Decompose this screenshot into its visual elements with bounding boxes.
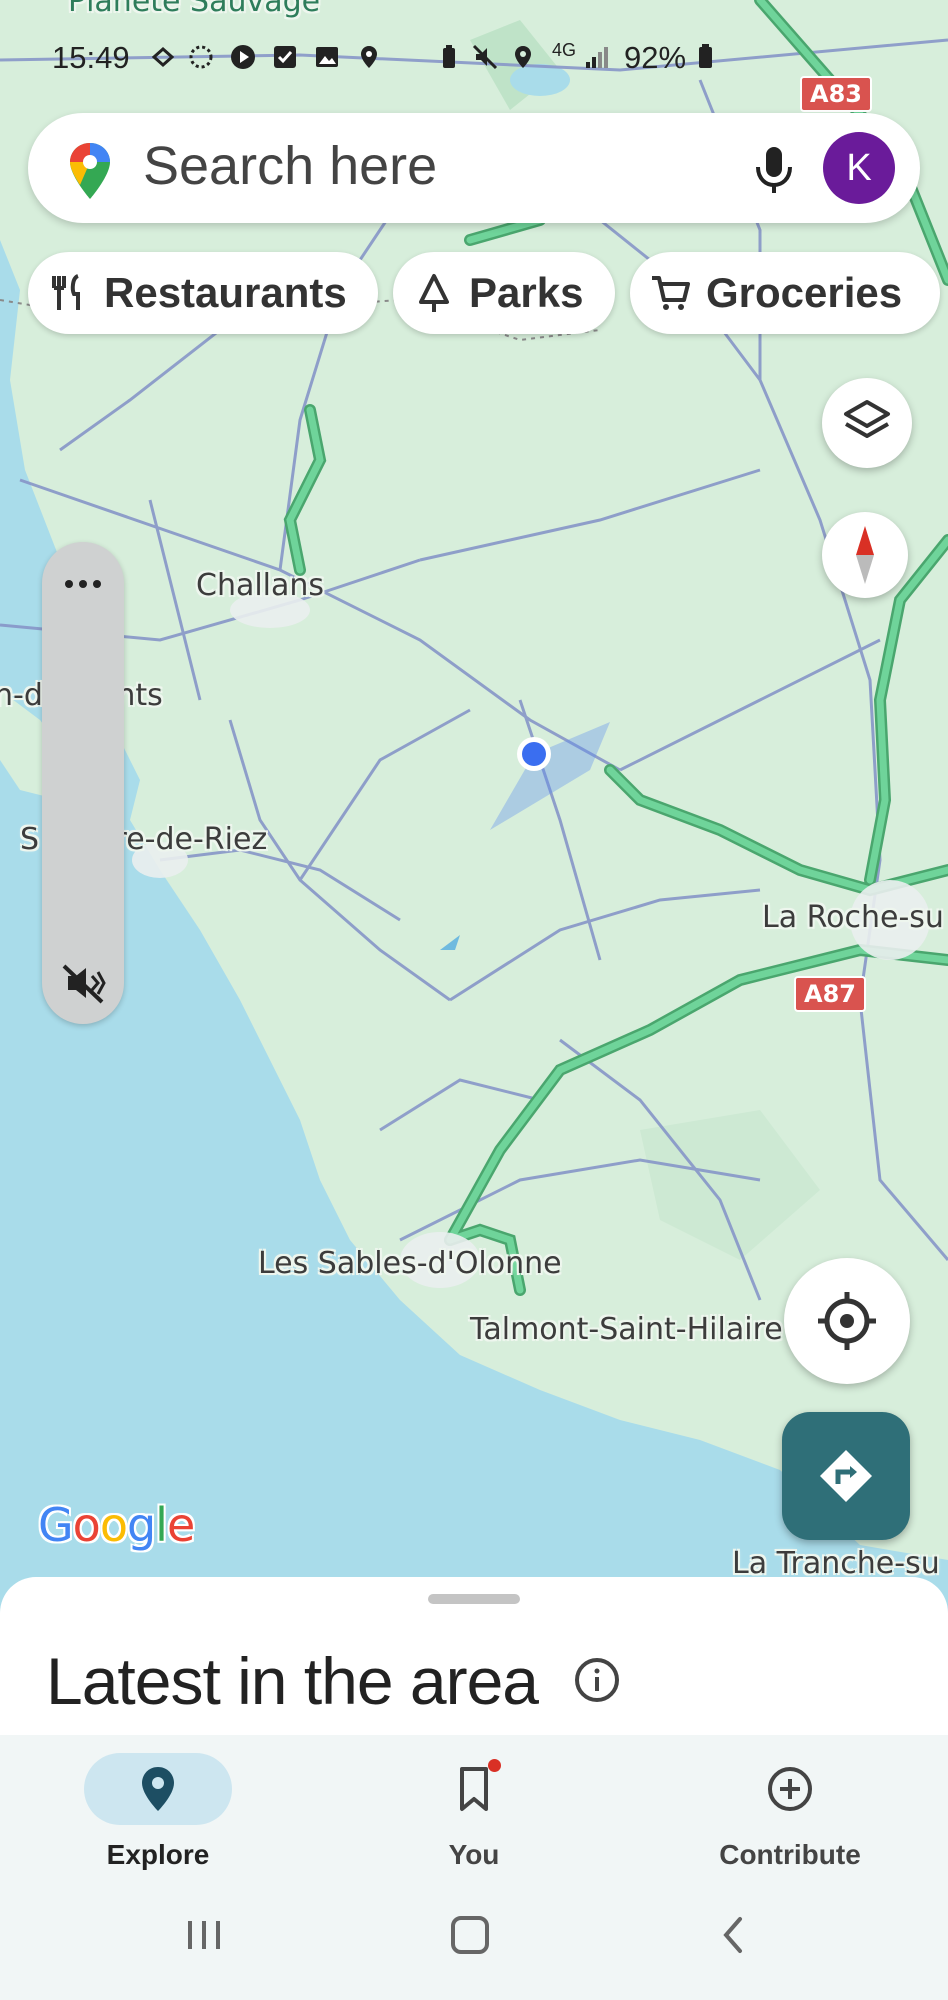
sheet-title: Latest in the area [46, 1644, 539, 1718]
nav-contribute[interactable]: Contribute [680, 1753, 900, 1871]
signal-icon [586, 47, 608, 68]
my-location-button[interactable] [784, 1258, 910, 1384]
search-input[interactable]: Search here [143, 135, 437, 197]
info-icon[interactable] [574, 1657, 620, 1703]
chip-groceries[interactable]: Groceries [630, 252, 940, 334]
bookmark-icon [460, 1767, 488, 1811]
layers-icon [844, 400, 890, 438]
battery-level: 92% [624, 40, 687, 75]
bottom-navigation: Explore You Contribute [0, 1735, 948, 1875]
check-box-icon [274, 46, 296, 68]
nav-you-pill [400, 1753, 548, 1825]
tree-icon [419, 274, 449, 312]
compass-icon [856, 526, 874, 584]
map-label-la-roche: La Roche-su [762, 900, 944, 935]
nav-contribute-pill [716, 1753, 864, 1825]
play-icon [231, 45, 255, 69]
system-navigation-bar [0, 1875, 948, 2000]
cart-icon [652, 276, 690, 310]
nav-you-label: You [448, 1839, 500, 1870]
volume-panel[interactable] [42, 542, 124, 1024]
back-icon[interactable] [704, 1905, 764, 1965]
bottom-sheet[interactable]: Latest in the area [0, 1577, 948, 1737]
map-label-tranche: La Tranche-su [732, 1546, 940, 1581]
crosshair-icon [818, 1292, 876, 1350]
chip-parks[interactable]: Parks [393, 252, 615, 334]
map-label-challans: Challans [196, 568, 325, 603]
directions-icon [820, 1450, 872, 1502]
recent-apps-icon[interactable] [174, 1905, 234, 1965]
map-label-talmont: Talmont-Saint-Hilaire [470, 1312, 783, 1347]
compass-button[interactable] [822, 512, 908, 598]
road-shield-a83: A83 [800, 76, 872, 112]
chip-restaurants[interactable]: Restaurants [28, 252, 378, 334]
chip-groceries-label: Groceries [706, 269, 903, 316]
location-pin-icon [142, 1767, 174, 1811]
chip-restaurants-label: Restaurants [104, 269, 347, 316]
gallery-icon [316, 47, 338, 67]
map-label-planete: Planète Sauvage [68, 0, 321, 19]
chip-parks-label: Parks [469, 269, 584, 316]
notification-dot [488, 1759, 501, 1772]
layers-button[interactable] [822, 378, 912, 468]
google-logo: Google [38, 1498, 195, 1552]
location-icon-2 [515, 46, 531, 68]
vibrate-mute-icon[interactable] [42, 958, 124, 1008]
google-maps-logo-icon [70, 143, 110, 199]
nav-contribute-label: Contribute [719, 1839, 861, 1870]
fork-knife-icon [52, 274, 80, 310]
map-label-sables: Les Sables-d'Olonne [258, 1246, 562, 1281]
add-circle-icon [768, 1767, 812, 1811]
home-icon[interactable] [440, 1905, 500, 1965]
status-time: 15:49 [52, 40, 130, 75]
location-icon [361, 46, 377, 68]
battery-saver-icon [443, 45, 455, 68]
battery-icon [699, 44, 712, 68]
mute-icon [472, 44, 498, 70]
sheet-drag-handle[interactable] [428, 1594, 520, 1604]
nav-explore-label: Explore [106, 1839, 210, 1870]
nav-explore[interactable]: Explore [48, 1753, 268, 1871]
search-bar[interactable]: Search here K [28, 113, 920, 223]
road-shield-a87: A87 [794, 976, 866, 1012]
directions-button[interactable] [782, 1412, 910, 1540]
network-type: 4G [552, 40, 577, 60]
mic-icon[interactable] [750, 145, 798, 195]
nav-explore-pill [84, 1753, 232, 1825]
sync-icon [151, 46, 175, 68]
more-options-icon[interactable] [42, 564, 124, 604]
avatar[interactable]: K [823, 132, 895, 204]
status-bar: 15:49 4G 92% [0, 36, 948, 80]
loading-icon [189, 45, 213, 69]
nav-you[interactable]: You [364, 1753, 584, 1871]
